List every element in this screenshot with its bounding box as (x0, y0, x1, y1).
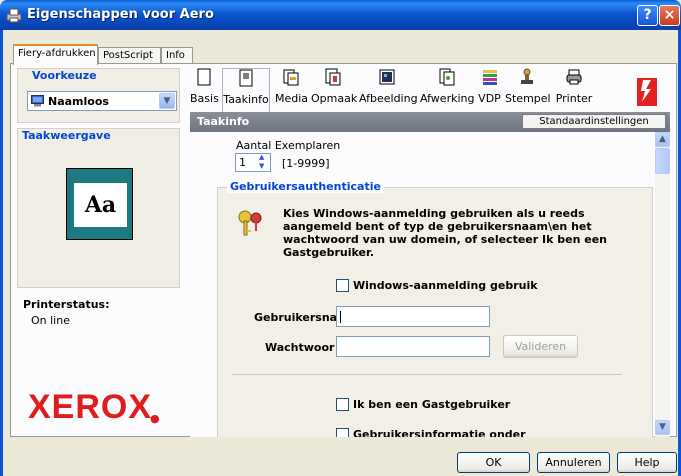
defaults-button[interactable]: Standaardinstellingen (522, 114, 666, 129)
windows-login-checkbox[interactable] (336, 279, 349, 292)
keys-icon (238, 210, 262, 236)
toolbar-label: Taakinfo (223, 93, 269, 106)
job-view-title: Taakweergave (22, 129, 111, 142)
preview-page: Aa (74, 183, 127, 227)
toolbar-label: Stempel (505, 92, 551, 105)
toolbar-opmaak[interactable]: Opmaak (311, 68, 358, 112)
text-cursor (340, 311, 341, 323)
windows-login-label: Windows-aanmelding gebruik (353, 279, 538, 292)
toolbar-label: Basis (190, 92, 219, 105)
username-input[interactable] (336, 306, 490, 327)
toolbar-label: Afbeelding (359, 92, 418, 105)
xerox-logo-dot: ● (150, 412, 160, 425)
copies-range: [1-9999] (282, 157, 330, 170)
image-icon (379, 69, 395, 85)
toolbar-vdp[interactable]: VDP (477, 68, 502, 112)
spin-down-icon[interactable]: ▼ (259, 162, 264, 170)
preset-title: Voorkeuze (32, 69, 97, 82)
copies-label: Aantal Exemplaren (236, 139, 341, 152)
toolbar-afwerking[interactable]: Afwerking (420, 68, 474, 112)
tab-fiery-afdrukken[interactable]: Fiery-afdrukken (13, 44, 98, 65)
toolbar-afbeelding[interactable]: Afbeelding (359, 68, 418, 112)
auth-description-2: aangemeld bent of typ de gebruikersnaam\… (283, 220, 592, 233)
toolbar-taakinfo[interactable]: Taakinfo (222, 68, 270, 112)
ok-button[interactable]: OK (457, 452, 530, 473)
preset-value: Naamloos (48, 95, 109, 108)
stamp-icon (521, 68, 533, 84)
toolbar-printer[interactable]: Printer (554, 68, 594, 112)
chevron-down-icon[interactable]: ▼ (159, 93, 175, 109)
job-preview: Aa (66, 168, 133, 240)
tab-info[interactable]: Info (161, 47, 193, 64)
page-info-icon (239, 69, 253, 87)
tab-postscript[interactable]: PostScript (98, 47, 161, 64)
toolbar-stempel[interactable]: Stempel (505, 68, 551, 112)
computer-icon (31, 95, 44, 107)
toolbar-label: Printer (555, 92, 593, 105)
scroll-down-icon[interactable]: ▼ (655, 420, 670, 435)
printer-status-value: On line (31, 314, 70, 327)
validate-button[interactable]: Valideren (503, 335, 578, 358)
printer-icon (566, 69, 582, 85)
guest-label: Ik ben een Gastgebruiker (353, 398, 511, 411)
scroll-up-icon[interactable]: ▲ (655, 132, 670, 147)
divider (232, 374, 622, 375)
finishing-icon (439, 68, 455, 86)
toolbar-label: Opmaak (311, 92, 358, 105)
guest-checkbox[interactable] (336, 398, 349, 411)
cancel-button[interactable]: Annuleren (537, 452, 610, 473)
auth-description-4: Gastgebruiker. (283, 246, 375, 259)
copies-value: 1 (239, 156, 246, 169)
auth-description-1: Kies Windows-aanmelding gebruiken als u … (283, 207, 585, 220)
toolbar-label: Afwerking (420, 92, 475, 105)
spin-up-icon[interactable]: ▲ (259, 153, 264, 161)
layout-icon (325, 68, 341, 86)
page-icon (197, 68, 211, 86)
section-title: Taakinfo (197, 115, 250, 128)
copies-input[interactable]: 1 ▲ ▼ (235, 153, 271, 172)
close-button[interactable]: × (659, 5, 680, 26)
scroll-thumb[interactable] (655, 148, 670, 174)
window-title: Eigenschappen voor Aero (27, 7, 214, 22)
xerox-logo: XEROX (28, 388, 153, 426)
help-button[interactable]: Help (617, 452, 677, 473)
window-frame-left (0, 30, 3, 476)
next-option-checkbox[interactable] (336, 428, 349, 437)
printer-properties-icon (6, 8, 22, 23)
help-title-button[interactable]: ? (637, 5, 658, 26)
preset-select[interactable]: Naamloos ▼ (27, 91, 177, 111)
toolbar-basis[interactable]: Basis (190, 68, 219, 112)
toolbar-label: Media (275, 92, 309, 105)
toolbar-label: VDP (478, 92, 501, 105)
auth-description-3: wachtwoord van uw domein, of selecteer I… (283, 233, 607, 246)
title-bar: Eigenschappen voor Aero ? × (0, 0, 681, 30)
printer-status-label: Printerstatus: (23, 298, 110, 311)
media-icon (283, 69, 299, 86)
fiery-logo-icon (637, 78, 657, 106)
next-option-label: Gebruikersinformatie onder (353, 428, 526, 437)
username-label: Gebruikersnaa (254, 311, 345, 324)
password-label: Wachtwoor (265, 341, 335, 354)
vdp-icon (482, 70, 497, 85)
password-input[interactable] (336, 336, 490, 357)
toolbar-media[interactable]: Media (275, 68, 309, 112)
vertical-scrollbar[interactable]: ▲ ▼ (655, 132, 670, 437)
auth-title: Gebruikersauthenticatie (227, 180, 384, 193)
job-info-content: Aantal Exemplaren 1 ▲ ▼ [1-9999] Gebruik… (190, 132, 654, 437)
